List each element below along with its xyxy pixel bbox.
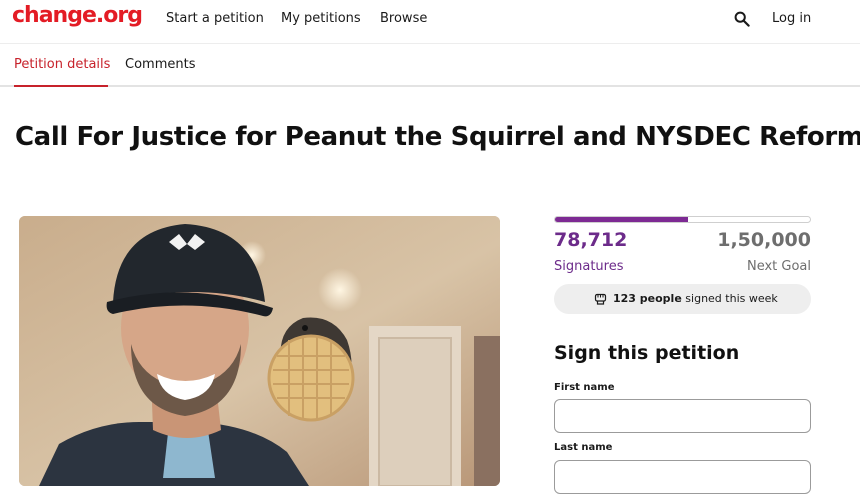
weekly-signers-count: 123 people [613,292,682,305]
top-navigation: change.org Start a petition My petitions… [0,0,860,44]
tab-comments[interactable]: Comments [125,57,195,72]
progress-fill [555,217,688,222]
first-name-label: First name [554,382,615,393]
change-org-logo[interactable]: change.org [12,3,143,28]
last-name-label: Last name [554,442,613,453]
nav-my-petitions[interactable]: My petitions [281,11,361,26]
goal-label: Next Goal [746,259,811,274]
active-tab-indicator [14,85,108,87]
sign-petition-heading: Sign this petition [554,342,740,364]
search-icon[interactable] [734,11,750,27]
signature-count: 78,712 [554,229,628,251]
nav-browse[interactable]: Browse [380,11,427,26]
weekly-signers-suffix: signed this week [681,292,778,305]
first-name-field[interactable] [554,399,811,433]
nav-start-petition[interactable]: Start a petition [166,11,264,26]
weekly-signers-badge: 123 people signed this week [554,284,811,314]
raised-fist-icon [594,293,607,305]
signature-progress-bar [554,216,811,223]
petition-title: Call For Justice for Peanut the Squirrel… [15,122,860,152]
tab-petition-details[interactable]: Petition details [14,57,110,72]
petition-tabs: Petition details Comments [0,44,860,87]
petition-photo [19,216,500,486]
signatures-label: Signatures [554,259,624,274]
login-link[interactable]: Log in [772,11,811,26]
last-name-field[interactable] [554,460,811,494]
goal-count: 1,50,000 [717,229,811,251]
weekly-signers-text: 123 people signed this week [613,292,778,305]
